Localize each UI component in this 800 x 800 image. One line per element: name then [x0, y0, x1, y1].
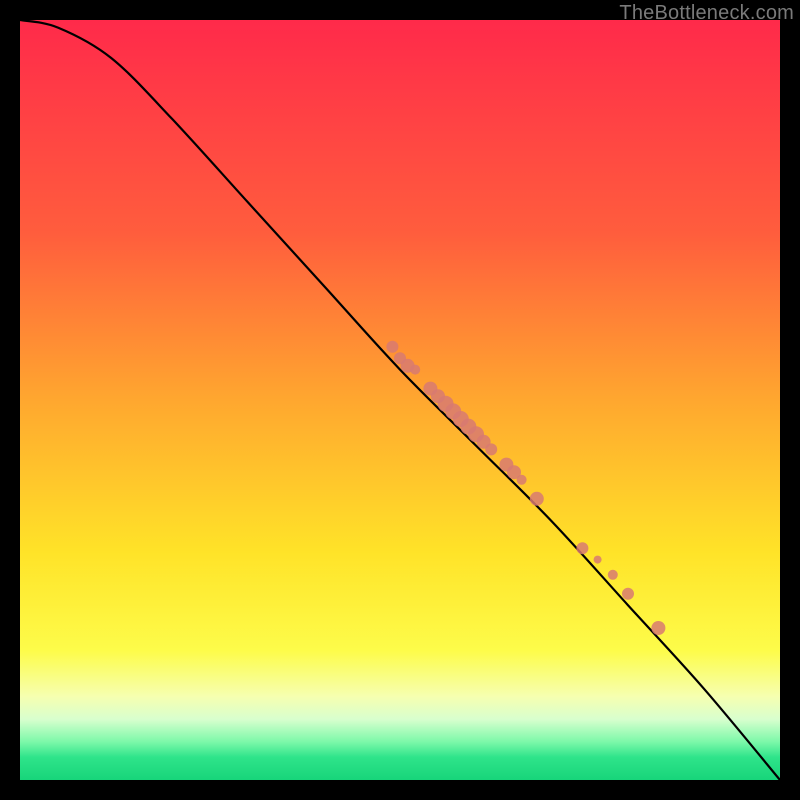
plot-area: [20, 20, 780, 780]
curve-layer: [20, 20, 780, 780]
data-dot: [410, 365, 420, 375]
dots-layer: [386, 341, 665, 635]
data-dot: [485, 443, 497, 455]
data-dot: [651, 621, 665, 635]
chart-frame: TheBottleneck.com: [0, 0, 800, 800]
data-dot: [386, 341, 398, 353]
watermark-text: TheBottleneck.com: [619, 2, 794, 25]
data-dot: [594, 556, 602, 564]
data-dot: [608, 570, 618, 580]
curve-path: [20, 20, 780, 780]
data-dot: [576, 542, 588, 554]
data-dot: [517, 475, 527, 485]
data-dot: [530, 492, 544, 506]
data-dot: [622, 588, 634, 600]
